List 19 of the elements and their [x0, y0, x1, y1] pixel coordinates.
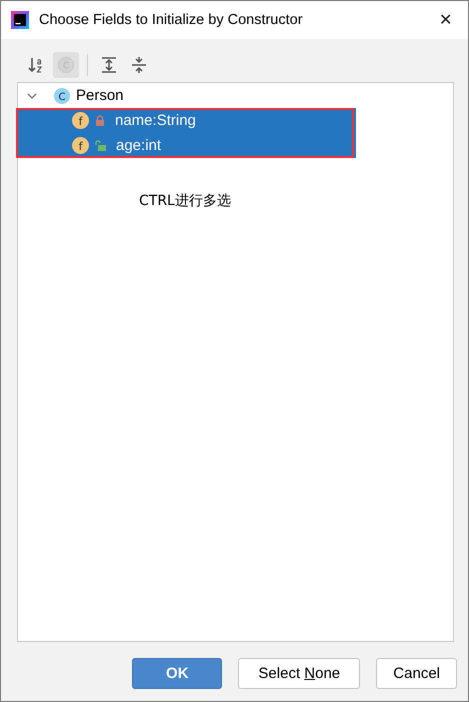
tree-item[interactable]: C Person	[18, 83, 453, 108]
dialog-button[interactable]: OK	[132, 658, 222, 689]
close-button[interactable]: ✕	[433, 6, 458, 34]
field-icon: f	[72, 112, 89, 129]
tree-item[interactable]: f name:String	[18, 108, 356, 133]
collapse-all-icon	[130, 56, 148, 74]
lock-icon	[95, 115, 105, 126]
app-logo-icon	[11, 11, 29, 29]
unlocked-icon	[95, 140, 106, 151]
class-icon: C	[54, 88, 70, 104]
sort-alphabetical-icon	[27, 56, 45, 74]
dialog-button[interactable]: Select None	[238, 658, 360, 689]
dialog-button[interactable]: Cancel	[376, 658, 457, 689]
annotation-note: CTRL进行多选	[139, 192, 231, 210]
expand-all-icon	[100, 56, 118, 74]
field-icon: f	[72, 137, 89, 154]
window-title: Choose Fields to Initialize by Constructor	[39, 12, 304, 28]
tree-item[interactable]: f age:int	[18, 133, 356, 158]
class-icon	[57, 56, 75, 74]
